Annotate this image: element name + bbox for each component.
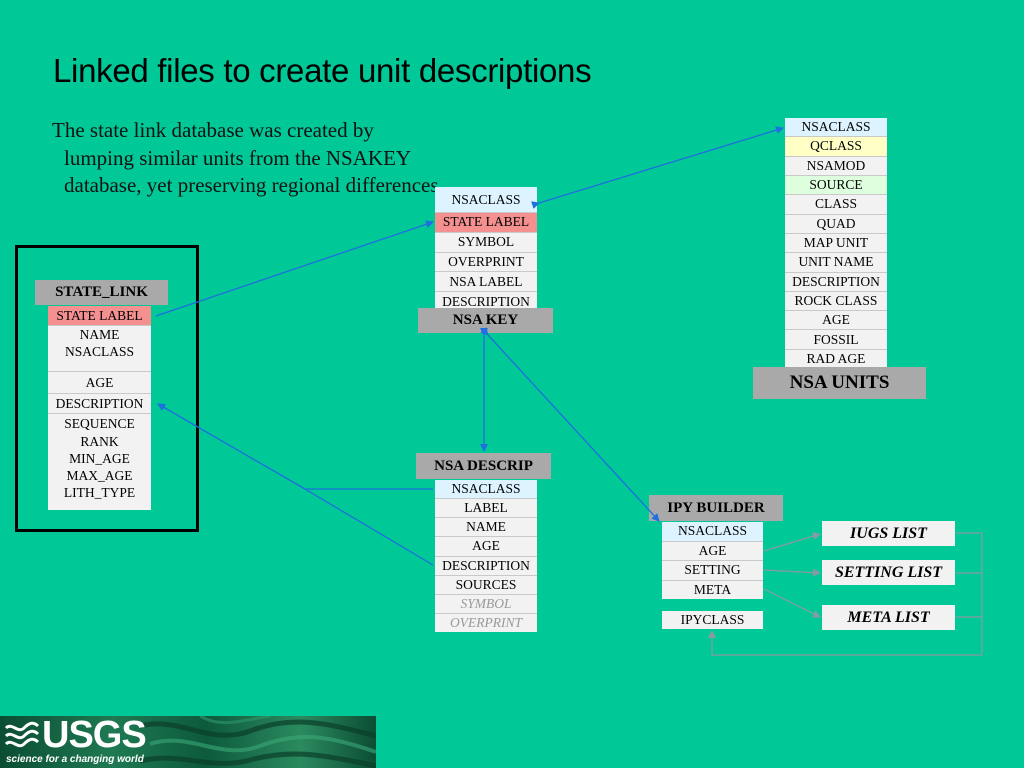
nsa-descrip-table: NSACLASS LABEL NAME AGE DESCRIPTION SOUR…: [435, 480, 537, 632]
nsa-units-header: NSA UNITS: [753, 367, 926, 399]
ipy-builder-field[interactable]: SETTING: [662, 561, 763, 581]
state-link-field[interactable]: MIN_AGE: [48, 450, 151, 467]
meta-list-box[interactable]: META LIST: [822, 605, 955, 630]
state-link-field[interactable]: SEQUENCE: [48, 414, 151, 433]
ipy-builder-field[interactable]: NSACLASS: [662, 522, 763, 542]
link-descrip-statelink: [302, 488, 434, 566]
usgs-tagline: science for a changing world: [6, 754, 144, 765]
state-link-field[interactable]: NSACLASS: [48, 343, 151, 360]
link-key-units: [531, 126, 784, 209]
nsa-units-field[interactable]: CLASS: [785, 195, 887, 215]
nsa-key-field[interactable]: OVERPRINT: [435, 252, 537, 273]
nsa-units-table: NSACLASS QCLASS NSAMOD SOURCE CLASS QUAD…: [785, 118, 887, 369]
link-meta-list: [763, 588, 821, 618]
state-link-field[interactable]: AGE: [48, 372, 151, 394]
nsa-key-field[interactable]: NSACLASS: [435, 187, 537, 213]
state-link-field[interactable]: NAME: [48, 326, 151, 343]
nsa-key-header: NSA KEY: [418, 308, 553, 333]
ipyclass-field[interactable]: IPYCLASS: [662, 611, 763, 629]
nsa-units-field[interactable]: DESCRIPTION: [785, 272, 887, 292]
usgs-footer-banner: USGS science for a changing world: [0, 716, 376, 768]
nsa-units-field[interactable]: RAD AGE: [785, 349, 887, 369]
nsa-descrip-field[interactable]: DESCRIPTION: [435, 556, 537, 576]
nsa-descrip-header: NSA DESCRIP: [416, 453, 551, 479]
nsa-descrip-field[interactable]: NAME: [435, 518, 537, 538]
ipy-builder-header: IPY BUILDER: [649, 495, 783, 521]
state-link-field[interactable]: [48, 360, 151, 372]
nsa-units-field[interactable]: AGE: [785, 311, 887, 331]
state-link-field[interactable]: DESCRIPTION: [48, 394, 151, 414]
slide-title: Linked files to create unit descriptions: [53, 52, 592, 89]
ipy-builder-field[interactable]: AGE: [662, 541, 763, 561]
nsa-descrip-field[interactable]: NSACLASS: [435, 480, 537, 500]
nsa-units-field[interactable]: QCLASS: [785, 137, 887, 157]
state-link-header: STATE_LINK: [35, 280, 168, 305]
nsa-key-field[interactable]: NSA LABEL: [435, 272, 537, 293]
state-link-table: STATE LABEL NAME NSACLASS AGE DESCRIPTIO…: [48, 306, 151, 510]
nsa-descrip-field[interactable]: LABEL: [435, 499, 537, 519]
usgs-wordmark: USGS: [42, 716, 147, 756]
nsa-units-field[interactable]: ROCK CLASS: [785, 291, 887, 312]
nsa-key-field[interactable]: STATE LABEL: [435, 213, 537, 233]
nsa-descrip-field[interactable]: AGE: [435, 537, 537, 557]
nsa-units-field[interactable]: NSAMOD: [785, 156, 887, 176]
nsa-units-field[interactable]: FOSSIL: [785, 330, 887, 350]
nsa-units-field[interactable]: NSACLASS: [785, 118, 887, 138]
state-link-field[interactable]: STATE LABEL: [48, 306, 151, 326]
link-age-iugs: [763, 532, 821, 552]
nsa-descrip-field[interactable]: OVERPRINT: [435, 613, 537, 632]
usgs-logo[interactable]: USGS science for a changing world: [4, 716, 147, 768]
iugs-list-box[interactable]: IUGS LIST: [822, 521, 955, 546]
nsa-descrip-field[interactable]: SOURCES: [435, 575, 537, 595]
setting-list-box[interactable]: SETTING LIST: [822, 560, 955, 585]
nsa-key-table: NSACLASS STATE LABEL SYMBOL OVERPRINT NS…: [435, 187, 537, 311]
nsa-key-field[interactable]: SYMBOL: [435, 232, 537, 253]
state-link-field[interactable]: MAX_AGE: [48, 467, 151, 484]
ipy-builder-table: NSACLASS AGE SETTING META: [662, 522, 763, 599]
ipy-builder-field[interactable]: META: [662, 580, 763, 599]
state-link-field[interactable]: RANK: [48, 433, 151, 450]
nsa-descrip-field[interactable]: SYMBOL: [435, 594, 537, 614]
nsa-units-field[interactable]: QUAD: [785, 214, 887, 234]
intro-text: The state link database was created by l…: [52, 118, 444, 197]
nsa-units-field[interactable]: SOURCE: [785, 175, 887, 196]
state-link-field[interactable]: LITH_TYPE: [48, 484, 151, 501]
nsa-units-field[interactable]: MAP UNIT: [785, 233, 887, 254]
link-setting-list: [763, 568, 821, 577]
nsa-units-field[interactable]: UNIT NAME: [785, 253, 887, 273]
usgs-wave-icon: [4, 721, 40, 748]
